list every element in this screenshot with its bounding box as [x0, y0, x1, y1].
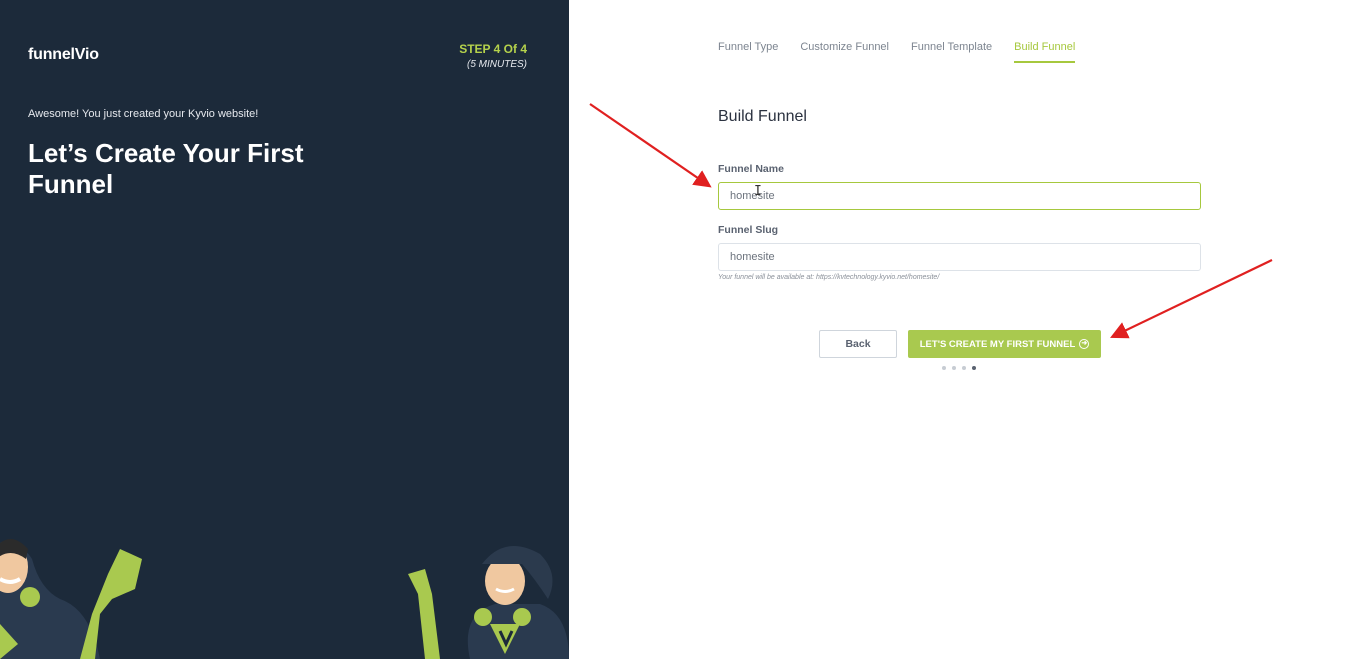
create-funnel-button[interactable]: LET'S CREATE MY FIRST FUNNEL ➜	[908, 330, 1101, 358]
funnel-slug-label: Funnel Slug	[718, 224, 779, 236]
create-funnel-label: LET'S CREATE MY FIRST FUNNEL	[919, 338, 1076, 350]
funnel-name-label: Funnel Name	[718, 163, 784, 175]
funnelvio-logo: funnelVio	[28, 46, 99, 63]
funnel-name-input[interactable]	[718, 182, 1201, 210]
arrow-to-create-button	[1110, 259, 1273, 339]
intro-text: Awesome! You just created your Kyvio web…	[28, 108, 259, 120]
back-button[interactable]: Back	[819, 330, 897, 358]
pager-dot	[962, 366, 966, 370]
right-hero-figure	[408, 546, 569, 659]
tab-funnel-type[interactable]: Funnel Type	[718, 41, 778, 63]
tab-customize-funnel[interactable]: Customize Funnel	[800, 41, 889, 63]
left-hero-figure	[0, 539, 142, 659]
intro-panel: funnelVio STEP 4 Of 4 (5 MINUTES) Awesom…	[0, 0, 569, 659]
form-title: Build Funnel	[718, 108, 807, 125]
arrow-to-funnel-name	[589, 103, 712, 188]
hero-illustration	[0, 539, 569, 659]
tab-build-funnel[interactable]: Build Funnel	[1014, 41, 1076, 63]
pager-dot	[942, 366, 946, 370]
step-title: STEP 4 Of 4	[459, 42, 527, 56]
funnel-url-help: Your funnel will be available at: https:…	[718, 274, 940, 281]
pager-dot-active	[972, 366, 976, 370]
text-cursor-icon: I	[754, 184, 762, 199]
page-headline: Let’s Create Your First Funnel	[28, 138, 304, 199]
arrow-circle-icon: ➜	[1079, 339, 1090, 349]
pager-dot	[952, 366, 956, 370]
pager-dots	[942, 366, 976, 370]
step-duration: (5 MINUTES)	[467, 59, 527, 70]
funnel-slug-input[interactable]	[718, 243, 1201, 271]
step-indicator: STEP 4 Of 4 (5 MINUTES)	[459, 42, 527, 70]
wizard-tabs: Funnel Type Customize Funnel Funnel Temp…	[718, 41, 1076, 63]
tab-funnel-template[interactable]: Funnel Template	[911, 41, 992, 63]
